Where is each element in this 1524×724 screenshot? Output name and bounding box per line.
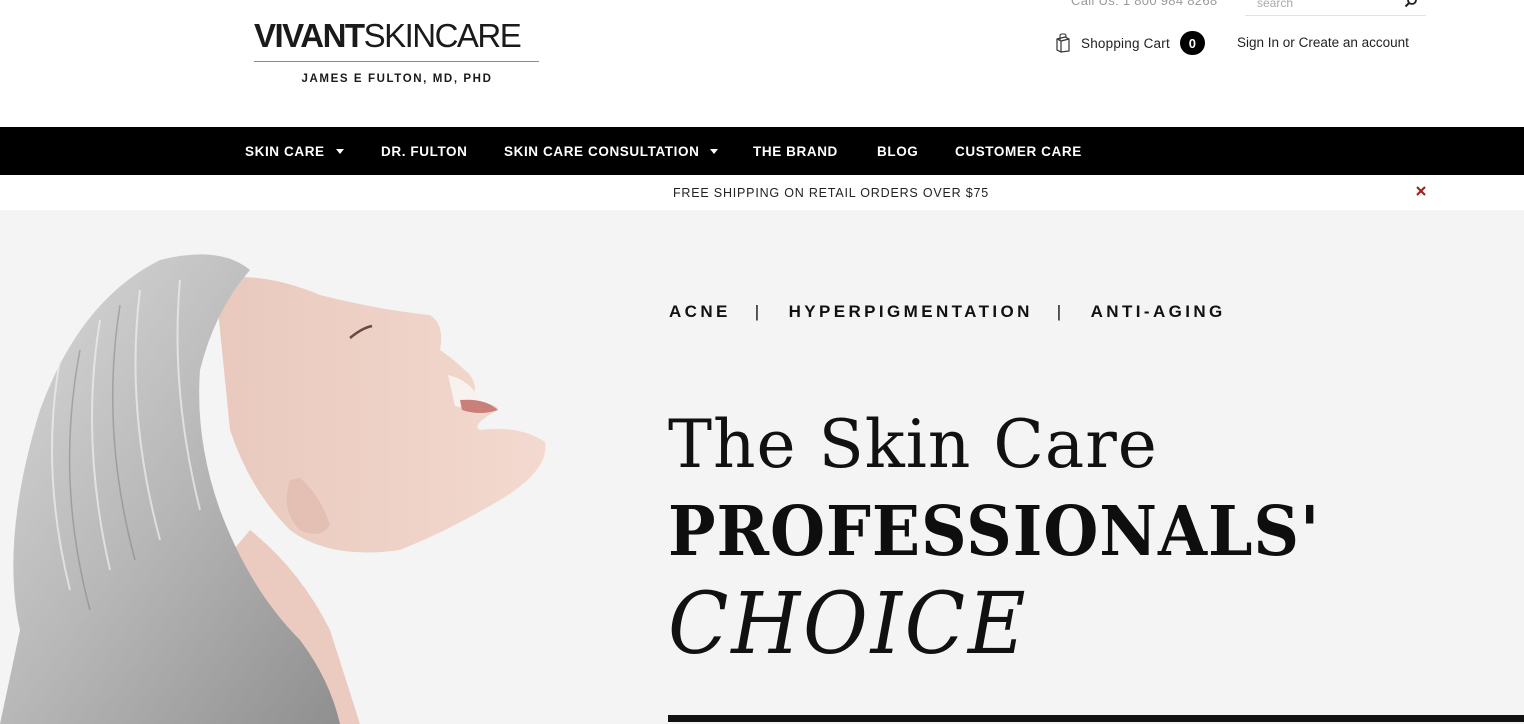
shopping-cart-link[interactable]: Shopping Cart 0 xyxy=(1055,31,1205,55)
nav-item-label: SKIN CARE CONSULTATION xyxy=(504,143,700,159)
nav-item-label: BLOG xyxy=(877,143,919,159)
nav-item-label: SKIN CARE xyxy=(245,143,325,159)
hero-divider xyxy=(668,715,1524,722)
nav-item-dr-fulton[interactable]: DR. FULTON xyxy=(381,127,468,175)
account-separator: or xyxy=(1282,35,1295,50)
nav-item-customer-care[interactable]: CUSTOMER CARE xyxy=(955,127,1082,175)
call-us-text: Call Us: 1 800 984 8268 xyxy=(1071,0,1218,8)
main-nav: SKIN CARE DR. FULTON SKIN CARE CONSULTAT… xyxy=(0,127,1524,175)
hero-banner: ACNE | HYPERPIGMENTATION | ANTI-AGING Th… xyxy=(0,210,1524,724)
hero-tag: ANTI-AGING xyxy=(1090,302,1226,321)
shopping-bag-icon xyxy=(1056,33,1070,53)
hero-headline-line-1: The Skin Care xyxy=(668,406,1158,483)
search-box xyxy=(1245,0,1426,16)
nav-item-skin-care-consultation[interactable]: SKIN CARE CONSULTATION xyxy=(504,127,719,175)
promo-banner: FREE SHIPPING ON RETAIL ORDERS OVER $75 xyxy=(0,175,1524,210)
create-account-link[interactable]: Create an account xyxy=(1299,35,1409,50)
hero-headline-line-2: PROFESSIONALS' xyxy=(668,492,1321,572)
search-input[interactable] xyxy=(1257,0,1407,14)
tag-separator: | xyxy=(754,302,763,321)
cart-count-badge: 0 xyxy=(1179,31,1205,55)
caret-down-icon xyxy=(335,148,344,154)
account-links: Sign In or Create an account xyxy=(1237,35,1409,50)
sign-in-link[interactable]: Sign In xyxy=(1237,35,1279,50)
caret-down-icon xyxy=(710,148,719,154)
hero-headline-line-3: CHOICE xyxy=(668,575,1029,674)
promo-text: FREE SHIPPING ON RETAIL ORDERS OVER $75 xyxy=(673,186,989,200)
search-icon[interactable] xyxy=(1404,0,1418,8)
logo-divider xyxy=(254,61,539,62)
logo-wordmark: VIVANTSKINCARE xyxy=(254,17,522,54)
logo-subtitle: JAMES E FULTON, MD, PHD xyxy=(301,73,493,85)
nav-item-blog[interactable]: BLOG xyxy=(877,127,918,175)
nav-item-the-brand[interactable]: THE BRAND xyxy=(753,127,838,175)
cart-label: Shopping Cart xyxy=(1081,35,1170,51)
site-header: VIVANTSKINCARE JAMES E FULTON, MD, PHD C… xyxy=(0,0,1524,127)
nav-item-skin-care[interactable]: SKIN CARE xyxy=(245,127,344,175)
hero-woman-photo xyxy=(0,254,546,724)
hero-tags: ACNE | HYPERPIGMENTATION | ANTI-AGING xyxy=(669,302,1226,322)
tag-separator: | xyxy=(1056,302,1065,321)
hero-tag: HYPERPIGMENTATION xyxy=(788,302,1033,321)
nav-item-label: THE BRAND xyxy=(753,143,838,159)
nav-item-label: CUSTOMER CARE xyxy=(955,143,1082,159)
close-icon[interactable] xyxy=(1414,184,1428,198)
hero-tag: ACNE xyxy=(669,302,731,321)
nav-item-label: DR. FULTON xyxy=(381,143,468,159)
site-logo[interactable]: VIVANTSKINCARE JAMES E FULTON, MD, PHD xyxy=(254,18,540,85)
